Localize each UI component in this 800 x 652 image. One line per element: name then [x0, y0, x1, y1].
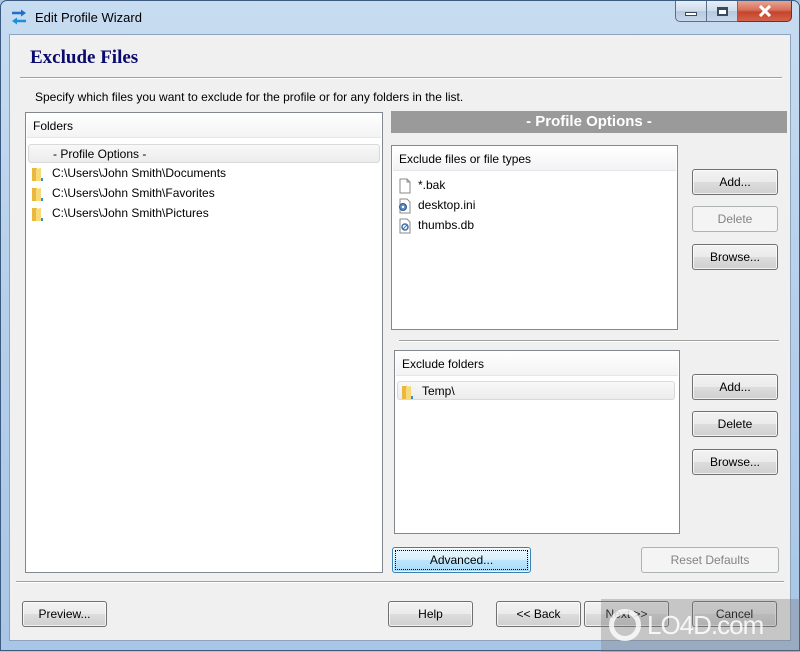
folder-item-label: - Profile Options -	[53, 147, 147, 161]
exclude-file-label: thumbs.db	[418, 218, 475, 232]
exclude-folder-label: Temp\	[422, 384, 455, 398]
help-button[interactable]: Help	[388, 601, 473, 627]
wizard-window: Edit Profile Wizard Exclude Files Specif…	[0, 0, 800, 652]
exclude-folders-list[interactable]: Exclude folders Temp\	[394, 350, 680, 534]
folder-item[interactable]: C:\Users\John Smith\Favorites	[28, 184, 380, 203]
exclude-folders-browse-button[interactable]: Browse...	[692, 449, 778, 475]
blank-file-icon	[399, 178, 411, 194]
minimize-icon	[685, 12, 697, 16]
folders-column-header[interactable]: Folders	[27, 114, 381, 138]
instruction-text: Specify which files you want to exclude …	[35, 90, 464, 104]
folder-item-label: C:\Users\John Smith\Pictures	[52, 206, 209, 220]
section-divider	[399, 340, 779, 342]
close-button[interactable]	[738, 1, 792, 22]
watermark: LO4D.com	[601, 599, 800, 652]
folder-icon	[32, 168, 43, 181]
exclude-file-label: *.bak	[418, 178, 446, 192]
folder-item-profile-options[interactable]: - Profile Options -	[28, 144, 380, 163]
exclude-files-list[interactable]: Exclude files or file types *.bak deskto…	[391, 145, 678, 330]
close-icon	[758, 5, 771, 17]
focus-ring	[395, 550, 528, 570]
exclude-file-item[interactable]: *.bak	[394, 176, 675, 195]
sync-arrows-icon	[12, 9, 26, 25]
exclude-folders-add-button[interactable]: Add...	[692, 374, 778, 400]
exclude-file-label: desktop.ini	[418, 198, 476, 212]
folder-item-label: C:\Users\John Smith\Favorites	[52, 186, 215, 200]
reset-defaults-button[interactable]: Reset Defaults	[641, 547, 779, 573]
folder-icon	[32, 188, 43, 201]
folder-icon	[32, 208, 43, 221]
advanced-button[interactable]: Advanced...	[392, 547, 531, 573]
exclude-files-delete-button[interactable]: Delete	[692, 206, 778, 232]
exclude-files-browse-button[interactable]: Browse...	[692, 244, 778, 270]
wizard-body: Exclude Files Specify which files you wa…	[9, 34, 791, 641]
exclude-folders-column-header[interactable]: Exclude folders	[396, 352, 678, 376]
database-file-icon	[399, 218, 411, 234]
exclude-files-add-button[interactable]: Add...	[692, 169, 778, 195]
maximize-button[interactable]	[707, 1, 738, 22]
minimize-button[interactable]	[675, 1, 707, 22]
folders-list[interactable]: Folders - Profile Options - C:\Users\Joh…	[25, 112, 383, 573]
header-divider	[20, 77, 782, 79]
title-bar[interactable]: Edit Profile Wizard	[1, 1, 799, 35]
watermark-text: LO4D.com	[647, 610, 764, 640]
window-title: Edit Profile Wizard	[35, 10, 142, 25]
preview-button[interactable]: Preview...	[22, 601, 107, 627]
page-title: Exclude Files	[30, 47, 139, 68]
folder-item-label: C:\Users\John Smith\Documents	[52, 166, 227, 180]
maximize-icon	[716, 6, 728, 16]
folder-item[interactable]: C:\Users\John Smith\Documents	[28, 164, 380, 183]
exclude-file-item[interactable]: thumbs.db	[394, 216, 675, 235]
back-button[interactable]: << Back	[496, 601, 581, 627]
exclude-folders-delete-button[interactable]: Delete	[692, 411, 778, 437]
folder-icon	[402, 386, 413, 399]
folder-item[interactable]: C:\Users\John Smith\Pictures	[28, 204, 380, 223]
settings-file-icon	[399, 198, 411, 214]
exclude-file-item[interactable]: desktop.ini	[394, 196, 675, 215]
watermark-logo-icon	[609, 609, 641, 641]
exclude-files-column-header[interactable]: Exclude files or file types	[393, 147, 676, 171]
footer-divider	[16, 581, 784, 583]
exclude-folder-item[interactable]: Temp\	[397, 381, 675, 400]
profile-options-banner: - Profile Options -	[391, 111, 787, 133]
